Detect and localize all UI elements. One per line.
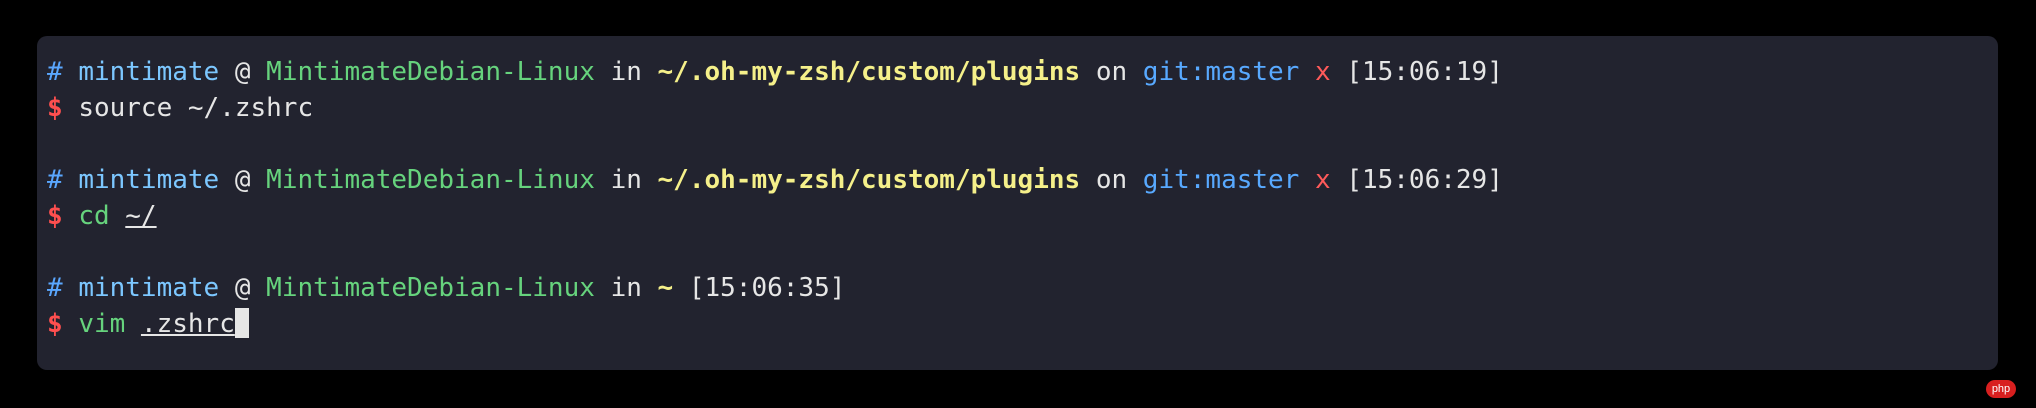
prompt-at: @ (234, 57, 251, 87)
prompt-path: ~/.oh-my-zsh/custom/plugins (657, 57, 1081, 87)
prompt-host: MintimateDebian-Linux (266, 165, 595, 195)
command-dollar: $ (47, 309, 63, 339)
prompt-on: on (1095, 165, 1128, 195)
screen: # mintimate @ MintimateDebian-Linux in ~… (0, 0, 2036, 408)
prompt-time: [15:06:19] (1346, 57, 1503, 87)
watermark-logo: php (1986, 380, 2016, 398)
prompt-at: @ (234, 165, 251, 195)
prompt-git-branch: git:master (1142, 57, 1300, 87)
prompt-line: # mintimate @ MintimateDebian-Linux in ~… (47, 270, 1998, 306)
command-arg: .zshrc (140, 309, 235, 339)
prompt-dirty-marker: x (1315, 165, 1331, 195)
text-cursor (234, 308, 249, 338)
prompt-time: [15:06:29] (1346, 165, 1503, 195)
prompt-path: ~ (657, 273, 674, 303)
prompt-host: MintimateDebian-Linux (266, 273, 595, 303)
prompt-host: MintimateDebian-Linux (266, 57, 595, 87)
command-dollar: $ (47, 201, 63, 231)
prompt-user: mintimate (78, 273, 220, 303)
prompt-time: [15:06:35] (688, 273, 846, 303)
prompt-at: @ (234, 273, 251, 303)
prompt-hash: # (47, 57, 63, 87)
command-line: $ source ~/.zshrc (47, 90, 1998, 126)
prompt-line: # mintimate @ MintimateDebian-Linux in ~… (47, 162, 1998, 198)
command-line: $ cd ~/ (47, 198, 1998, 234)
command-arg: ~/.zshrc (187, 93, 314, 123)
prompt-hash: # (47, 165, 63, 195)
command-name: vim (78, 309, 126, 339)
prompt-in: in (610, 165, 642, 195)
terminal-window[interactable]: # mintimate @ MintimateDebian-Linux in ~… (37, 36, 1998, 370)
prompt-line: # mintimate @ MintimateDebian-Linux in ~… (47, 54, 1998, 90)
prompt-path: ~/.oh-my-zsh/custom/plugins (657, 165, 1081, 195)
command-line[interactable]: $ vim .zshrc (47, 306, 1998, 342)
prompt-on: on (1095, 57, 1128, 87)
prompt-user: mintimate (78, 165, 220, 195)
command-dollar: $ (47, 93, 63, 123)
prompt-in: in (610, 57, 642, 87)
prompt-git-branch: git:master (1142, 165, 1300, 195)
command-arg: ~/ (125, 201, 157, 231)
prompt-in: in (610, 273, 642, 303)
command-name: source (78, 93, 173, 123)
prompt-dirty-marker: x (1315, 57, 1331, 87)
command-name: cd (78, 201, 110, 231)
prompt-hash: # (47, 273, 63, 303)
prompt-user: mintimate (78, 57, 220, 87)
